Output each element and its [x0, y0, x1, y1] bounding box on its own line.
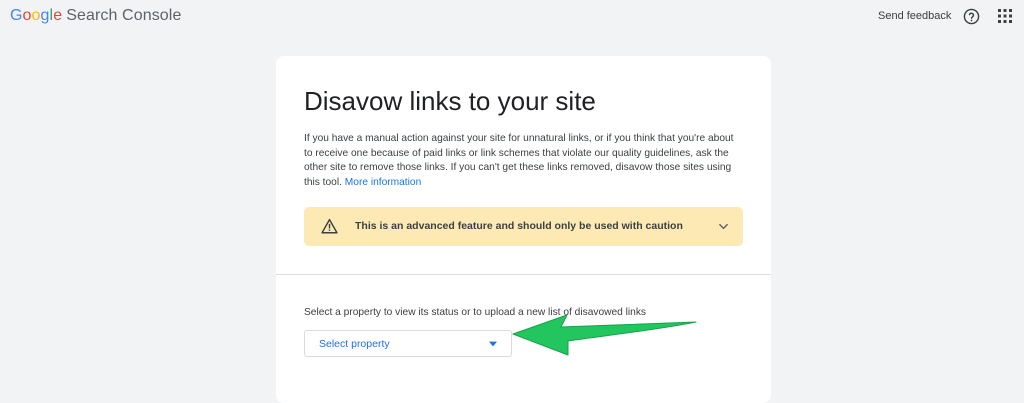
more-information-link[interactable]: More information	[345, 177, 421, 188]
send-feedback-link[interactable]: Send feedback	[878, 10, 951, 22]
select-property-value: Select property	[319, 338, 390, 350]
top-bar: Google Search Console Send feedback	[0, 0, 1024, 34]
caution-warning-banner[interactable]: This is an advanced feature and should o…	[304, 207, 743, 246]
warning-triangle-icon	[321, 218, 338, 234]
apps-grid-icon[interactable]	[998, 9, 1012, 23]
logo-letter-o2: o	[31, 7, 41, 24]
dropdown-caret-icon	[489, 341, 497, 347]
chevron-down-icon[interactable]	[718, 221, 729, 232]
help-circle-icon[interactable]	[963, 8, 980, 25]
section-divider	[276, 274, 771, 275]
logo-letter-g2: g	[40, 7, 50, 24]
annotation-arrow-icon	[512, 314, 697, 356]
page-title: Disavow links to your site	[304, 86, 596, 116]
warning-text: This is an advanced feature and should o…	[355, 220, 683, 232]
logo-letter-o1: o	[22, 7, 32, 24]
description-text: If you have a manual action against your…	[304, 132, 734, 190]
logo-letter-e: e	[53, 7, 63, 24]
google-search-console-logo[interactable]: Google Search Console	[10, 7, 181, 25]
product-name: Search Console	[66, 7, 182, 24]
select-property-dropdown[interactable]: Select property	[304, 330, 512, 357]
logo-letter-g: G	[10, 7, 23, 24]
